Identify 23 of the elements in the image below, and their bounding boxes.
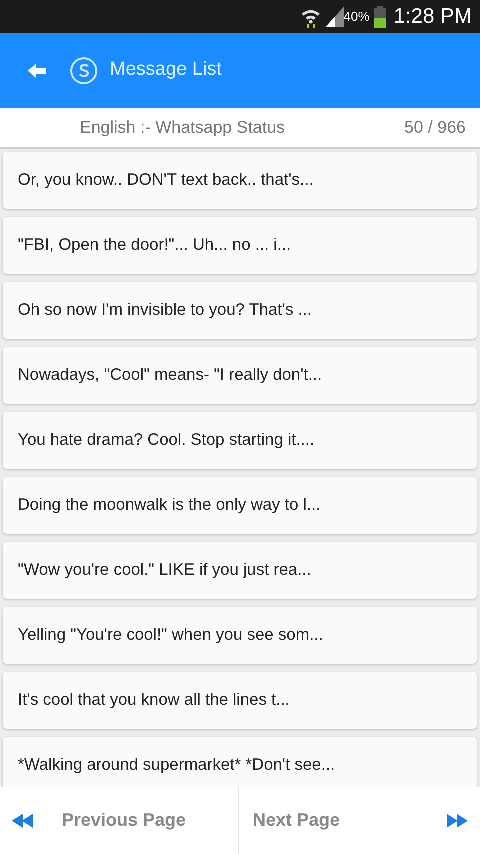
logo-icon <box>70 56 98 84</box>
message-item[interactable]: Or, you know.. DON'T text back.. that's... <box>3 152 477 209</box>
previous-page-button[interactable]: Previous Page <box>0 787 239 854</box>
next-page-button[interactable]: Next Page <box>239 787 480 854</box>
back-arrow-icon[interactable] <box>28 64 46 78</box>
message-item[interactable]: *Walking around supermarket* *Don't see... <box>3 737 477 787</box>
message-item[interactable]: It's cool that you know all the lines t... <box>3 672 477 729</box>
message-item[interactable]: Oh so now I'm invisible to you? That's ... <box>3 282 477 339</box>
clock: 1:28 PM <box>394 4 472 30</box>
screen-title: Message List <box>110 58 222 82</box>
battery-icon <box>374 6 386 28</box>
message-item[interactable]: Doing the moonwalk is the only way to l... <box>3 477 477 534</box>
battery-percent: 40% <box>344 8 370 26</box>
rewind-icon <box>12 814 34 828</box>
message-count: 50 / 966 <box>404 116 466 139</box>
message-item[interactable]: "Wow you're cool." LIKE if you just rea... <box>3 542 477 599</box>
message-item[interactable]: Nowadays, "Cool" means- "I really don't... <box>3 347 477 404</box>
fast-forward-icon <box>446 814 468 828</box>
message-item[interactable]: You hate drama? Cool. Stop starting it.... <box>3 412 477 469</box>
signal-icon <box>326 6 344 26</box>
message-item[interactable]: "FBI, Open the door!"... Uh... no ... i... <box>3 217 477 274</box>
message-item[interactable]: Yelling "You're cool!" when you see som... <box>3 607 477 664</box>
category-label: English :- Whatsapp Status <box>80 116 286 139</box>
